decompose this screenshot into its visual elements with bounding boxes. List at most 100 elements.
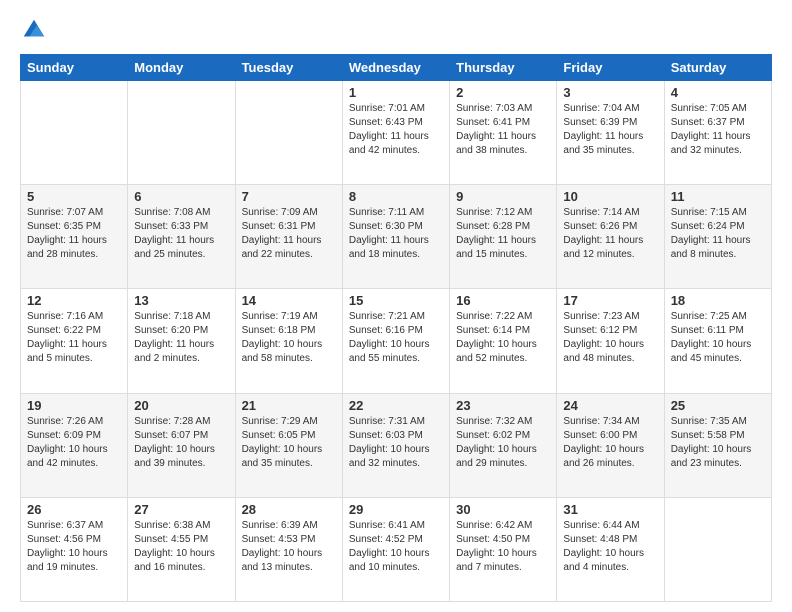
day-number: 7: [242, 189, 336, 204]
day-number: 31: [563, 502, 657, 517]
calendar-cell: 16 Sunrise: 7:22 AM Sunset: 6:14 PM Dayli…: [450, 289, 557, 393]
calendar-cell: 25 Sunrise: 7:35 AM Sunset: 5:58 PM Dayli…: [664, 393, 771, 497]
day-info: Sunrise: 7:16 AM Sunset: 6:22 PM Dayligh…: [27, 310, 121, 366]
calendar-header-row: SundayMondayTuesdayWednesdayThursdayFrid…: [21, 55, 772, 81]
calendar-cell: [128, 81, 235, 185]
day-info: Sunrise: 7:28 AM Sunset: 6:07 PM Dayligh…: [134, 415, 228, 471]
calendar-week-row: 19 Sunrise: 7:26 AM Sunset: 6:09 PM Dayli…: [21, 393, 772, 497]
calendar-table: SundayMondayTuesdayWednesdayThursdayFrid…: [20, 54, 772, 602]
day-number: 3: [563, 85, 657, 100]
column-header-thursday: Thursday: [450, 55, 557, 81]
day-number: 29: [349, 502, 443, 517]
day-info: Sunrise: 7:26 AM Sunset: 6:09 PM Dayligh…: [27, 415, 121, 471]
calendar-cell: 3 Sunrise: 7:04 AM Sunset: 6:39 PM Daylig…: [557, 81, 664, 185]
calendar-cell: 11 Sunrise: 7:15 AM Sunset: 6:24 PM Dayli…: [664, 185, 771, 289]
day-info: Sunrise: 7:34 AM Sunset: 6:00 PM Dayligh…: [563, 415, 657, 471]
day-info: Sunrise: 7:23 AM Sunset: 6:12 PM Dayligh…: [563, 310, 657, 366]
day-info: Sunrise: 7:29 AM Sunset: 6:05 PM Dayligh…: [242, 415, 336, 471]
calendar-cell: 21 Sunrise: 7:29 AM Sunset: 6:05 PM Dayli…: [235, 393, 342, 497]
calendar-cell: 26 Sunrise: 6:37 AM Sunset: 4:56 PM Dayli…: [21, 497, 128, 601]
day-number: 6: [134, 189, 228, 204]
header: [20, 16, 772, 44]
day-info: Sunrise: 7:05 AM Sunset: 6:37 PM Dayligh…: [671, 102, 765, 158]
calendar-cell: 1 Sunrise: 7:01 AM Sunset: 6:43 PM Daylig…: [342, 81, 449, 185]
day-number: 11: [671, 189, 765, 204]
day-info: Sunrise: 7:32 AM Sunset: 6:02 PM Dayligh…: [456, 415, 550, 471]
day-info: Sunrise: 6:39 AM Sunset: 4:53 PM Dayligh…: [242, 519, 336, 575]
day-number: 1: [349, 85, 443, 100]
calendar-cell: 24 Sunrise: 7:34 AM Sunset: 6:00 PM Dayli…: [557, 393, 664, 497]
calendar-cell: 29Sunrise: 6:41 AM Sunset: 4:52 PM Dayli…: [342, 497, 449, 601]
calendar-cell: 9 Sunrise: 7:12 AM Sunset: 6:28 PM Daylig…: [450, 185, 557, 289]
column-header-saturday: Saturday: [664, 55, 771, 81]
calendar-cell: 27Sunrise: 6:38 AM Sunset: 4:55 PM Dayli…: [128, 497, 235, 601]
calendar-cell: 19 Sunrise: 7:26 AM Sunset: 6:09 PM Dayli…: [21, 393, 128, 497]
calendar-cell: 15Sunrise: 7:21 AM Sunset: 6:16 PM Dayli…: [342, 289, 449, 393]
day-info: Sunrise: 7:12 AM Sunset: 6:28 PM Dayligh…: [456, 206, 550, 262]
day-number: 26: [27, 502, 121, 517]
day-number: 17: [563, 293, 657, 308]
day-number: 4: [671, 85, 765, 100]
day-number: 19: [27, 398, 121, 413]
calendar-week-row: 1 Sunrise: 7:01 AM Sunset: 6:43 PM Daylig…: [21, 81, 772, 185]
calendar-week-row: 12 Sunrise: 7:16 AM Sunset: 6:22 PM Dayli…: [21, 289, 772, 393]
calendar-cell: 13Sunrise: 7:18 AM Sunset: 6:20 PM Dayli…: [128, 289, 235, 393]
day-number: 9: [456, 189, 550, 204]
column-header-sunday: Sunday: [21, 55, 128, 81]
calendar-cell: 28 Sunrise: 6:39 AM Sunset: 4:53 PM Dayli…: [235, 497, 342, 601]
day-info: Sunrise: 7:18 AM Sunset: 6:20 PM Dayligh…: [134, 310, 228, 366]
column-header-monday: Monday: [128, 55, 235, 81]
day-info: Sunrise: 6:38 AM Sunset: 4:55 PM Dayligh…: [134, 519, 228, 575]
day-number: 18: [671, 293, 765, 308]
day-number: 21: [242, 398, 336, 413]
day-info: Sunrise: 7:25 AM Sunset: 6:11 PM Dayligh…: [671, 310, 765, 366]
calendar-cell: 7 Sunrise: 7:09 AM Sunset: 6:31 PM Daylig…: [235, 185, 342, 289]
calendar-cell: 14Sunrise: 7:19 AM Sunset: 6:18 PM Dayli…: [235, 289, 342, 393]
calendar-cell: 4 Sunrise: 7:05 AM Sunset: 6:37 PM Daylig…: [664, 81, 771, 185]
calendar-cell: 18 Sunrise: 7:25 AM Sunset: 6:11 PM Dayli…: [664, 289, 771, 393]
day-number: 5: [27, 189, 121, 204]
calendar-cell: 10 Sunrise: 7:14 AM Sunset: 6:26 PM Dayli…: [557, 185, 664, 289]
day-info: Sunrise: 7:01 AM Sunset: 6:43 PM Dayligh…: [349, 102, 443, 158]
day-number: 28: [242, 502, 336, 517]
calendar-cell: [664, 497, 771, 601]
day-info: Sunrise: 7:22 AM Sunset: 6:14 PM Dayligh…: [456, 310, 550, 366]
calendar-cell: [235, 81, 342, 185]
day-number: 20: [134, 398, 228, 413]
day-info: Sunrise: 7:15 AM Sunset: 6:24 PM Dayligh…: [671, 206, 765, 262]
calendar-cell: 8 Sunrise: 7:11 AM Sunset: 6:30 PM Daylig…: [342, 185, 449, 289]
calendar-week-row: 26 Sunrise: 6:37 AM Sunset: 4:56 PM Dayli…: [21, 497, 772, 601]
day-number: 8: [349, 189, 443, 204]
day-number: 30: [456, 502, 550, 517]
logo-icon: [20, 16, 48, 44]
calendar-cell: 2Sunrise: 7:03 AM Sunset: 6:41 PM Daylig…: [450, 81, 557, 185]
day-info: Sunrise: 7:31 AM Sunset: 6:03 PM Dayligh…: [349, 415, 443, 471]
column-header-wednesday: Wednesday: [342, 55, 449, 81]
day-number: 10: [563, 189, 657, 204]
day-info: Sunrise: 7:03 AM Sunset: 6:41 PM Dayligh…: [456, 102, 550, 158]
day-info: Sunrise: 6:44 AM Sunset: 4:48 PM Dayligh…: [563, 519, 657, 575]
calendar-cell: 6 Sunrise: 7:08 AM Sunset: 6:33 PM Daylig…: [128, 185, 235, 289]
calendar-week-row: 5 Sunrise: 7:07 AM Sunset: 6:35 PM Daylig…: [21, 185, 772, 289]
day-number: 23: [456, 398, 550, 413]
day-info: Sunrise: 6:42 AM Sunset: 4:50 PM Dayligh…: [456, 519, 550, 575]
day-info: Sunrise: 7:07 AM Sunset: 6:35 PM Dayligh…: [27, 206, 121, 262]
day-number: 12: [27, 293, 121, 308]
day-info: Sunrise: 7:08 AM Sunset: 6:33 PM Dayligh…: [134, 206, 228, 262]
day-info: Sunrise: 7:04 AM Sunset: 6:39 PM Dayligh…: [563, 102, 657, 158]
day-info: Sunrise: 7:09 AM Sunset: 6:31 PM Dayligh…: [242, 206, 336, 262]
day-info: Sunrise: 7:35 AM Sunset: 5:58 PM Dayligh…: [671, 415, 765, 471]
calendar-cell: 31 Sunrise: 6:44 AM Sunset: 4:48 PM Dayli…: [557, 497, 664, 601]
day-info: Sunrise: 6:37 AM Sunset: 4:56 PM Dayligh…: [27, 519, 121, 575]
day-info: Sunrise: 7:11 AM Sunset: 6:30 PM Dayligh…: [349, 206, 443, 262]
day-number: 22: [349, 398, 443, 413]
column-header-tuesday: Tuesday: [235, 55, 342, 81]
day-number: 15: [349, 293, 443, 308]
day-info: Sunrise: 7:14 AM Sunset: 6:26 PM Dayligh…: [563, 206, 657, 262]
day-number: 24: [563, 398, 657, 413]
calendar-cell: 5 Sunrise: 7:07 AM Sunset: 6:35 PM Daylig…: [21, 185, 128, 289]
calendar-cell: 17 Sunrise: 7:23 AM Sunset: 6:12 PM Dayli…: [557, 289, 664, 393]
logo: [20, 16, 52, 44]
day-number: 25: [671, 398, 765, 413]
day-number: 16: [456, 293, 550, 308]
